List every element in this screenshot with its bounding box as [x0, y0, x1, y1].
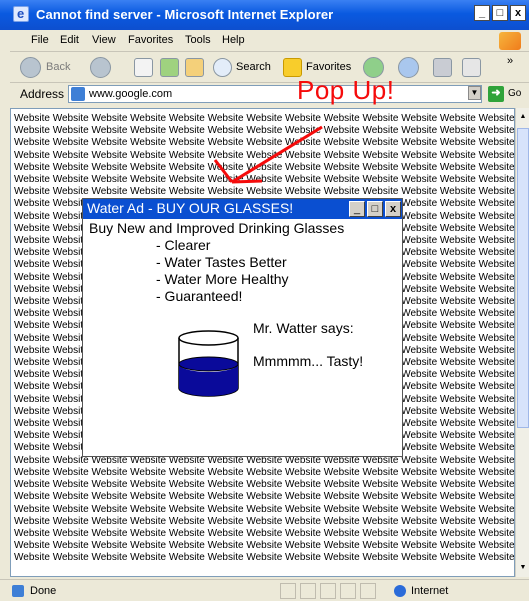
toolbar-overflow-chevron[interactable]: »	[507, 55, 513, 67]
minimize-button[interactable]: _	[474, 5, 490, 21]
website-text-line: Website Website Website Website Website …	[14, 186, 515, 198]
menu-favorites[interactable]: Favorites	[128, 34, 173, 46]
go-arrow-icon[interactable]: ➜	[488, 86, 504, 102]
menu-help[interactable]: Help	[222, 34, 245, 46]
website-text-line: Website Website Website Website Website …	[14, 479, 515, 491]
popup-bullet: - Water More Healthy	[156, 271, 289, 287]
search-icon[interactable]	[213, 58, 232, 77]
status-cell	[300, 583, 316, 599]
scrollbar-thumb[interactable]	[517, 128, 529, 428]
menu-tools[interactable]: Tools	[185, 34, 211, 46]
window-title: Cannot find server - Microsoft Internet …	[36, 7, 334, 22]
favorites-button-label[interactable]: Favorites	[306, 61, 351, 73]
popup-bullet: - Guaranteed!	[156, 288, 243, 304]
scroll-down-arrow-icon[interactable]: ▼	[517, 561, 529, 575]
vertical-scrollbar[interactable]: ▲ ▼	[515, 108, 529, 577]
website-text-line: Website Website Website Website Website …	[14, 113, 515, 124]
back-button-label[interactable]: Back	[46, 61, 70, 73]
internet-globe-icon	[394, 585, 406, 597]
menu-view[interactable]: View	[92, 34, 116, 46]
website-text-line: Website Website Website Website Website …	[14, 137, 515, 149]
popup-speaker: Mr. Watter says:	[253, 320, 354, 336]
status-cell	[340, 583, 356, 599]
website-text-line: Website Website Website Website Website …	[14, 552, 515, 564]
edit-icon[interactable]	[462, 58, 481, 77]
refresh-icon[interactable]	[160, 58, 179, 77]
status-cell	[280, 583, 296, 599]
address-dropdown-arrow-icon[interactable]: ▼	[468, 86, 481, 100]
mail-icon[interactable]	[398, 57, 419, 78]
windows-logo-icon	[499, 32, 521, 50]
stop-icon[interactable]	[134, 58, 153, 77]
print-icon[interactable]	[433, 58, 452, 77]
popup-quote: Mmmmm... Tasty!	[253, 353, 364, 369]
address-bar: Address www.google.com ▼ ➜ Go	[10, 83, 529, 105]
standard-toolbar: Back Search Favorites »	[10, 52, 529, 83]
close-button[interactable]: x	[510, 5, 526, 21]
popup-title-bar[interactable]: Water Ad - BUY OUR GLASSES! _ □ x	[83, 199, 402, 219]
forward-arrow-icon[interactable]	[90, 57, 111, 78]
popup-annotation-label: Pop Up!	[297, 75, 395, 105]
page-icon	[71, 87, 85, 101]
website-text-line: Website Website Website Website Website …	[14, 161, 515, 173]
status-cell	[360, 583, 376, 599]
popup-close-button[interactable]: x	[385, 201, 401, 217]
website-text-line: Website Website Website Website Website …	[14, 174, 515, 186]
website-text-line: Website Website Website Website Website …	[14, 540, 515, 552]
menu-bar: File Edit View Favorites Tools Help	[10, 30, 529, 52]
address-label: Address	[20, 87, 65, 101]
ie-icon	[13, 6, 29, 22]
browser-window: Cannot find server - Microsoft Internet …	[0, 0, 529, 601]
status-text: Done	[30, 585, 57, 597]
website-text-line: Website Website Website Website Website …	[14, 149, 515, 161]
go-button-label[interactable]: Go	[508, 88, 521, 99]
scroll-up-arrow-icon[interactable]: ▲	[517, 110, 529, 124]
maximize-button[interactable]: □	[492, 5, 508, 21]
back-arrow-icon[interactable]	[20, 57, 41, 78]
popup-maximize-button[interactable]: □	[367, 201, 383, 217]
page-status-icon	[12, 585, 24, 597]
website-text-line: Website Website Website Website Website …	[14, 515, 515, 527]
menu-file[interactable]: File	[31, 34, 49, 46]
address-url[interactable]: www.google.com	[89, 88, 172, 100]
menu-edit[interactable]: Edit	[60, 34, 79, 46]
website-text-line: Website Website Website Website Website …	[14, 466, 515, 478]
address-input[interactable]: www.google.com	[68, 85, 482, 103]
popup-headline: Buy New and Improved Drinking Glasses	[89, 220, 345, 236]
popup-window[interactable]: Water Ad - BUY OUR GLASSES! _ □ x Buy Ne…	[82, 198, 403, 457]
status-cell	[320, 583, 336, 599]
status-bar: Done Internet	[0, 579, 529, 601]
website-text-line: Website Website Website Website Website …	[14, 491, 515, 503]
popup-minimize-button[interactable]: _	[349, 201, 365, 217]
website-text-line: Website Website Website Website Website …	[14, 125, 515, 137]
popup-bullet: - Clearer	[156, 237, 211, 253]
home-icon[interactable]	[185, 58, 204, 77]
website-text-line: Website Website Website Website Website …	[14, 527, 515, 539]
title-bar[interactable]: Cannot find server - Microsoft Internet …	[0, 0, 529, 30]
water-glass-icon	[178, 330, 239, 397]
security-zone: Internet	[411, 585, 449, 597]
website-text-line: Website Website Website Website Website …	[14, 503, 515, 515]
search-button-label[interactable]: Search	[236, 61, 271, 73]
popup-title: Water Ad - BUY OUR GLASSES!	[87, 200, 294, 216]
popup-bullet: - Water Tastes Better	[156, 254, 287, 270]
